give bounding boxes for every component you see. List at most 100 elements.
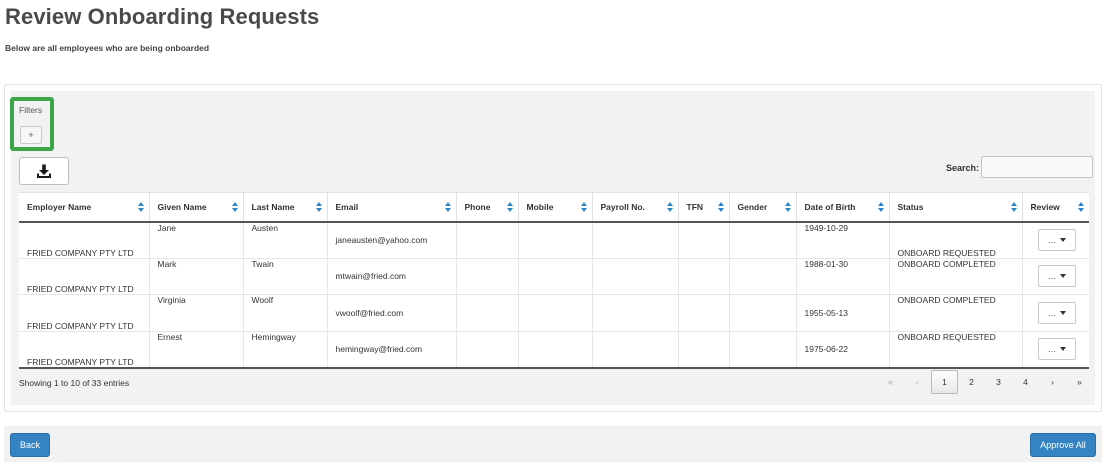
cell-email: hemingway@fried.com xyxy=(327,331,457,369)
table-row: FRIED COMPANY PTY LTD Mark Twain mtwain@… xyxy=(19,258,1089,295)
onboarding-table: Employer Name Given Name Last Name Email… xyxy=(19,192,1089,369)
cell-mobile xyxy=(518,294,593,332)
caret-down-icon xyxy=(1059,347,1066,351)
action-bar: Back Approve All xyxy=(4,426,1102,462)
pagination-page-3[interactable]: 3 xyxy=(985,370,1012,394)
page-subtitle: Below are all employees who are being on… xyxy=(5,43,210,53)
sort-icon xyxy=(1078,202,1084,213)
cell-review: ... xyxy=(1022,258,1089,295)
cell-last-name: Hemingway xyxy=(243,331,328,369)
sort-icon xyxy=(784,202,791,213)
col-gender[interactable]: Gender xyxy=(729,192,797,223)
cell-dob: 1949-10-29 xyxy=(796,221,890,259)
cell-status: ONBOARD REQUESTED xyxy=(889,331,1023,369)
entries-info: Showing 1 to 10 of 33 entries xyxy=(19,378,130,388)
pagination-page-1[interactable]: 1 xyxy=(931,370,958,394)
review-dropdown-button[interactable]: ... xyxy=(1037,265,1076,288)
filters-toggle-button[interactable]: + xyxy=(20,126,42,144)
download-button[interactable] xyxy=(19,157,69,185)
pagination-last[interactable]: » xyxy=(1066,370,1093,394)
col-date-of-birth[interactable]: Date of Birth xyxy=(796,192,890,223)
cell-phone xyxy=(456,258,519,295)
cell-mobile xyxy=(518,258,593,295)
requests-inner-panel: Filters + Search: Employer Name Given Na… xyxy=(10,91,1095,405)
cell-review: ... xyxy=(1022,221,1089,259)
table-row: FRIED COMPANY PTY LTD Ernest Hemingway h… xyxy=(19,331,1089,369)
pagination-next[interactable]: › xyxy=(1039,370,1066,394)
pagination-first[interactable]: « xyxy=(877,370,904,394)
pagination: « ‹ 1 2 3 4 › » xyxy=(877,370,1093,394)
pagination-page-2[interactable]: 2 xyxy=(958,370,985,394)
sort-icon xyxy=(666,202,673,213)
sort-icon xyxy=(506,202,513,213)
cell-mobile xyxy=(518,331,593,369)
col-payroll-no[interactable]: Payroll No. xyxy=(592,192,679,223)
cell-tfn xyxy=(678,258,730,295)
cell-payroll xyxy=(592,331,679,369)
caret-down-icon xyxy=(1059,310,1066,315)
table-header-row: Employer Name Given Name Last Name Email… xyxy=(19,192,1089,223)
page-title: Review Onboarding Requests xyxy=(5,4,320,29)
sort-icon xyxy=(877,202,884,213)
table-row: FRIED COMPANY PTY LTD Jane Austen janeau… xyxy=(19,221,1089,259)
review-dropdown-button[interactable]: ... xyxy=(1037,301,1076,324)
cell-tfn xyxy=(678,331,730,369)
sort-icon xyxy=(717,202,724,213)
sort-icon xyxy=(137,202,144,213)
cell-payroll xyxy=(592,258,679,295)
approve-all-button[interactable]: Approve All xyxy=(1030,433,1096,457)
col-mobile[interactable]: Mobile xyxy=(518,192,593,223)
back-button[interactable]: Back xyxy=(10,433,50,457)
sort-icon xyxy=(231,202,238,213)
table-row: FRIED COMPANY PTY LTD Virginia Woolf vwo… xyxy=(19,294,1089,332)
cell-phone xyxy=(456,294,519,332)
col-status[interactable]: Status xyxy=(889,192,1023,223)
col-review[interactable]: Review xyxy=(1022,192,1089,223)
cell-gender xyxy=(729,331,797,369)
cell-employer: FRIED COMPANY PTY LTD xyxy=(19,294,150,332)
cell-email: mtwain@fried.com xyxy=(327,258,457,295)
col-tfn[interactable]: TFN xyxy=(678,192,730,223)
cell-given-name: Virginia xyxy=(149,294,244,332)
cell-review: ... xyxy=(1022,294,1089,332)
col-email[interactable]: Email xyxy=(327,192,457,223)
cell-status: ONBOARD REQUESTED xyxy=(889,221,1023,259)
cell-employer: FRIED COMPANY PTY LTD xyxy=(19,258,150,295)
cell-employer: FRIED COMPANY PTY LTD xyxy=(19,221,150,259)
cell-phone xyxy=(456,221,519,259)
pagination-page-4[interactable]: 4 xyxy=(1012,370,1039,394)
col-given-name[interactable]: Given Name xyxy=(149,192,244,223)
cell-payroll xyxy=(592,221,679,259)
col-phone[interactable]: Phone xyxy=(456,192,519,223)
cell-phone xyxy=(456,331,519,369)
caret-down-icon xyxy=(1059,238,1066,242)
col-last-name[interactable]: Last Name xyxy=(243,192,328,223)
cell-tfn xyxy=(678,221,730,259)
cell-email: janeausten@yahoo.com xyxy=(327,221,457,259)
search-input[interactable] xyxy=(981,156,1093,178)
cell-employer: FRIED COMPANY PTY LTD xyxy=(19,331,150,369)
filters-label: Filters xyxy=(19,105,43,115)
cell-dob: 1975-06-22 xyxy=(796,331,890,369)
cell-status: ONBOARD COMPLETED xyxy=(889,294,1023,332)
pagination-prev[interactable]: ‹ xyxy=(904,370,931,394)
cell-last-name: Twain xyxy=(243,258,328,295)
cell-dob: 1955-05-13 xyxy=(796,294,890,332)
col-employer-name[interactable]: Employer Name xyxy=(19,192,150,223)
download-icon xyxy=(37,164,51,178)
review-dropdown-button[interactable]: ... xyxy=(1037,229,1076,251)
cell-last-name: Woolf xyxy=(243,294,328,332)
cell-given-name: Mark xyxy=(149,258,244,295)
search-label: Search: xyxy=(945,163,979,173)
cell-given-name: Ernest xyxy=(149,331,244,369)
cell-payroll xyxy=(592,294,679,332)
sort-icon xyxy=(444,202,451,213)
cell-mobile xyxy=(518,221,593,259)
requests-panel: Filters + Search: Employer Name Given Na… xyxy=(4,84,1102,412)
cell-gender xyxy=(729,221,797,259)
cell-last-name: Austen xyxy=(243,221,328,259)
review-dropdown-button[interactable]: ... xyxy=(1037,338,1076,360)
cell-gender xyxy=(729,294,797,332)
cell-given-name: Jane xyxy=(149,221,244,259)
cell-status: ONBOARD COMPLETED xyxy=(889,258,1023,295)
